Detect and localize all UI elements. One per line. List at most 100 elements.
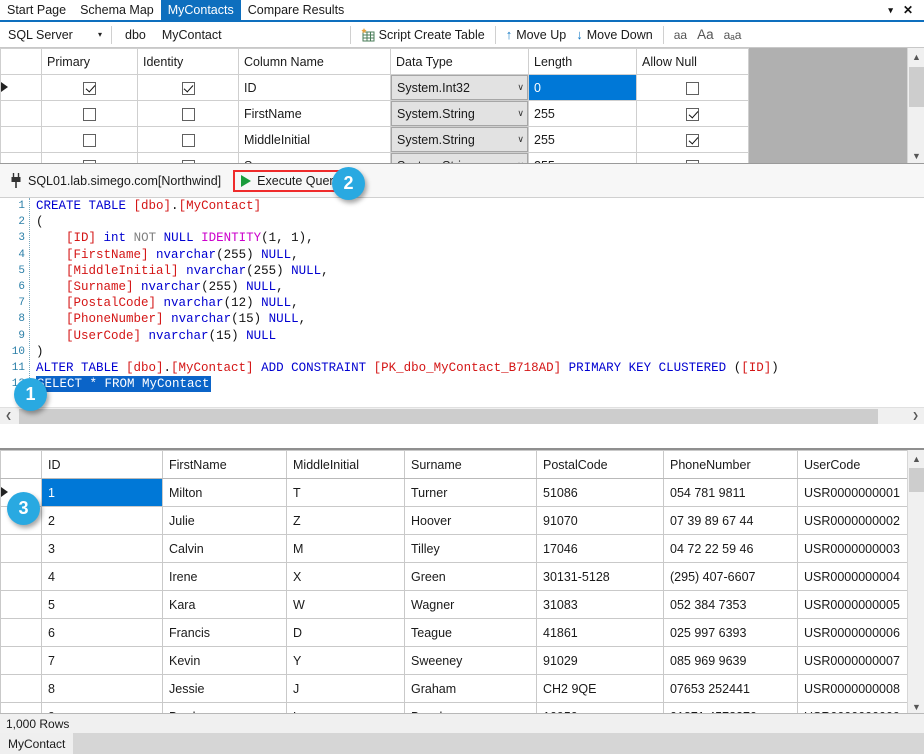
- cell-usercode[interactable]: USR0000000005: [797, 590, 908, 619]
- column-grid-row[interactable]: FirstName System.String ∨ 255: [0, 100, 749, 127]
- data-type-dropdown[interactable]: System.Int32 ∨: [391, 75, 528, 100]
- lowercase-button[interactable]: aa: [669, 24, 692, 46]
- checkbox-identity[interactable]: [181, 107, 195, 121]
- header-column-name[interactable]: Column Name: [238, 48, 391, 75]
- cell-surname[interactable]: Green: [404, 562, 537, 591]
- cell-column-name[interactable]: ID: [238, 74, 391, 101]
- cell-data-type[interactable]: System.Int32 ∨: [390, 74, 529, 101]
- cell-phonenumber[interactable]: 01871 4578270: [663, 702, 798, 713]
- checkbox-primary[interactable]: [83, 133, 96, 147]
- cell-middleinitial[interactable]: L: [286, 702, 405, 713]
- tab-compare-results[interactable]: Compare Results: [240, 0, 352, 20]
- bottom-tab-mycontact[interactable]: MyContact: [0, 733, 74, 754]
- checkbox-identity[interactable]: [181, 81, 195, 95]
- results-vertical-scrollbar[interactable]: ▲ ▼: [907, 450, 924, 713]
- cell-id[interactable]: 5: [41, 590, 163, 619]
- cell-phonenumber[interactable]: 052 384 7353: [663, 590, 798, 619]
- column-grid-row[interactable]: ID System.Int32 ∨ 0: [0, 74, 749, 101]
- script-create-table-button[interactable]: Script Create Table: [356, 24, 490, 46]
- cell-data-type[interactable]: System.String ∨: [390, 126, 529, 153]
- cell-middleinitial[interactable]: Z: [286, 506, 405, 535]
- row-selector[interactable]: [0, 100, 42, 127]
- cell-postalcode[interactable]: 91029: [536, 646, 664, 675]
- header-data-type[interactable]: Data Type: [390, 48, 529, 75]
- row-selector[interactable]: [0, 152, 42, 163]
- cell-usercode[interactable]: USR0000000003: [797, 534, 908, 563]
- cell-middleinitial[interactable]: D: [286, 618, 405, 647]
- table-row[interactable]: 6 Francis D Teague 41861 025 997 6393 USR00000…: [0, 618, 908, 647]
- data-type-dropdown[interactable]: System.String ∨: [391, 127, 528, 152]
- cell-primary[interactable]: [41, 152, 138, 163]
- row-selector[interactable]: [0, 702, 42, 713]
- cell-surname[interactable]: Sweeney: [404, 646, 537, 675]
- cell-data-type[interactable]: System.String ∨: [390, 100, 529, 127]
- uppercase-button[interactable]: Aa: [692, 24, 719, 46]
- row-selector[interactable]: [0, 126, 42, 153]
- cell-surname[interactable]: Beach: [404, 702, 537, 713]
- cell-usercode[interactable]: USR0000000008: [797, 674, 908, 703]
- row-selector[interactable]: [0, 618, 42, 647]
- scroll-down-icon[interactable]: ▼: [908, 698, 924, 713]
- cell-column-name[interactable]: MiddleInitial: [238, 126, 391, 153]
- cell-postalcode[interactable]: 10950: [536, 702, 664, 713]
- cell-firstname[interactable]: Francis: [162, 618, 287, 647]
- cell-primary[interactable]: [41, 126, 138, 153]
- row-selector[interactable]: [0, 646, 42, 675]
- cell-length[interactable]: 255: [528, 100, 637, 127]
- cell-allow-null[interactable]: [636, 152, 749, 163]
- cell-surname[interactable]: Graham: [404, 674, 537, 703]
- column-grid-vertical-scrollbar[interactable]: ▲ ▼: [907, 48, 924, 163]
- column-grid-row[interactable]: MiddleInitial System.String ∨ 255: [0, 126, 749, 153]
- checkbox-allow-null[interactable]: [686, 107, 699, 121]
- cell-allow-null[interactable]: [636, 100, 749, 127]
- cell-id[interactable]: 4: [41, 562, 163, 591]
- cell-surname[interactable]: Tilley: [404, 534, 537, 563]
- sql-editor[interactable]: 1 2 3 4 5 6 7 8 9 10 11 12 CREATE TABLE …: [0, 198, 924, 424]
- table-row[interactable]: 1 Milton T Turner 51086 054 781 9811 USR000000…: [0, 478, 908, 507]
- header-length[interactable]: Length: [528, 48, 637, 75]
- cell-primary[interactable]: [41, 100, 138, 127]
- checkbox-allow-null[interactable]: [686, 133, 699, 147]
- editor-code-area[interactable]: CREATE TABLE [dbo].[MyContact] ( [ID] in…: [36, 198, 924, 424]
- checkbox-identity[interactable]: [181, 133, 195, 147]
- scrollbar-track[interactable]: [17, 407, 907, 424]
- results-header-surname[interactable]: Surname: [404, 450, 537, 479]
- cell-firstname[interactable]: Calvin: [162, 534, 287, 563]
- cell-id[interactable]: 2: [41, 506, 163, 535]
- table-name-field[interactable]: MyContact: [154, 25, 230, 45]
- header-identity[interactable]: Identity: [137, 48, 239, 75]
- cell-data-type[interactable]: System.String ∨: [390, 152, 529, 163]
- cell-usercode[interactable]: USR0000000007: [797, 646, 908, 675]
- cell-identity[interactable]: [137, 74, 239, 101]
- table-row[interactable]: 4 Irene X Green 30131-5128 (295) 407-6607 USR0…: [0, 562, 908, 591]
- cell-postalcode[interactable]: 91070: [536, 506, 664, 535]
- cell-allow-null[interactable]: [636, 126, 749, 153]
- scroll-right-icon[interactable]: ❯: [907, 408, 924, 425]
- tab-mycontacts[interactable]: MyContacts: [160, 0, 241, 20]
- cell-usercode[interactable]: USR0000000002: [797, 506, 908, 535]
- cell-middleinitial[interactable]: T: [286, 478, 405, 507]
- cell-firstname[interactable]: Kara: [162, 590, 287, 619]
- column-grid-row[interactable]: Surname System.String ∨ 255: [0, 152, 749, 163]
- cell-phonenumber[interactable]: 054 781 9811: [663, 478, 798, 507]
- cell-phonenumber[interactable]: 04 72 22 59 46: [663, 534, 798, 563]
- cell-firstname[interactable]: Julie: [162, 506, 287, 535]
- schema-field[interactable]: dbo: [117, 25, 154, 45]
- cell-firstname[interactable]: Brad: [162, 702, 287, 713]
- scrollbar-thumb[interactable]: [909, 67, 924, 107]
- table-row[interactable]: 7 Kevin Y Sweeney 91029 085 969 9639 USR000000…: [0, 646, 908, 675]
- results-header-usercode[interactable]: UserCode: [797, 450, 908, 479]
- cell-phonenumber[interactable]: 025 997 6393: [663, 618, 798, 647]
- cell-surname[interactable]: Teague: [404, 618, 537, 647]
- results-header-firstname[interactable]: FirstName: [162, 450, 287, 479]
- cell-postalcode[interactable]: 51086: [536, 478, 664, 507]
- data-type-dropdown[interactable]: System.String ∨: [391, 101, 528, 126]
- cell-length[interactable]: 255: [528, 126, 637, 153]
- cell-firstname[interactable]: Milton: [162, 478, 287, 507]
- row-selector[interactable]: [0, 534, 42, 563]
- cell-phonenumber[interactable]: 07 39 89 67 44: [663, 506, 798, 535]
- checkbox-primary[interactable]: [83, 81, 96, 95]
- row-selector[interactable]: [0, 562, 42, 591]
- results-header-middleinitial[interactable]: MiddleInitial: [286, 450, 405, 479]
- cell-firstname[interactable]: Irene: [162, 562, 287, 591]
